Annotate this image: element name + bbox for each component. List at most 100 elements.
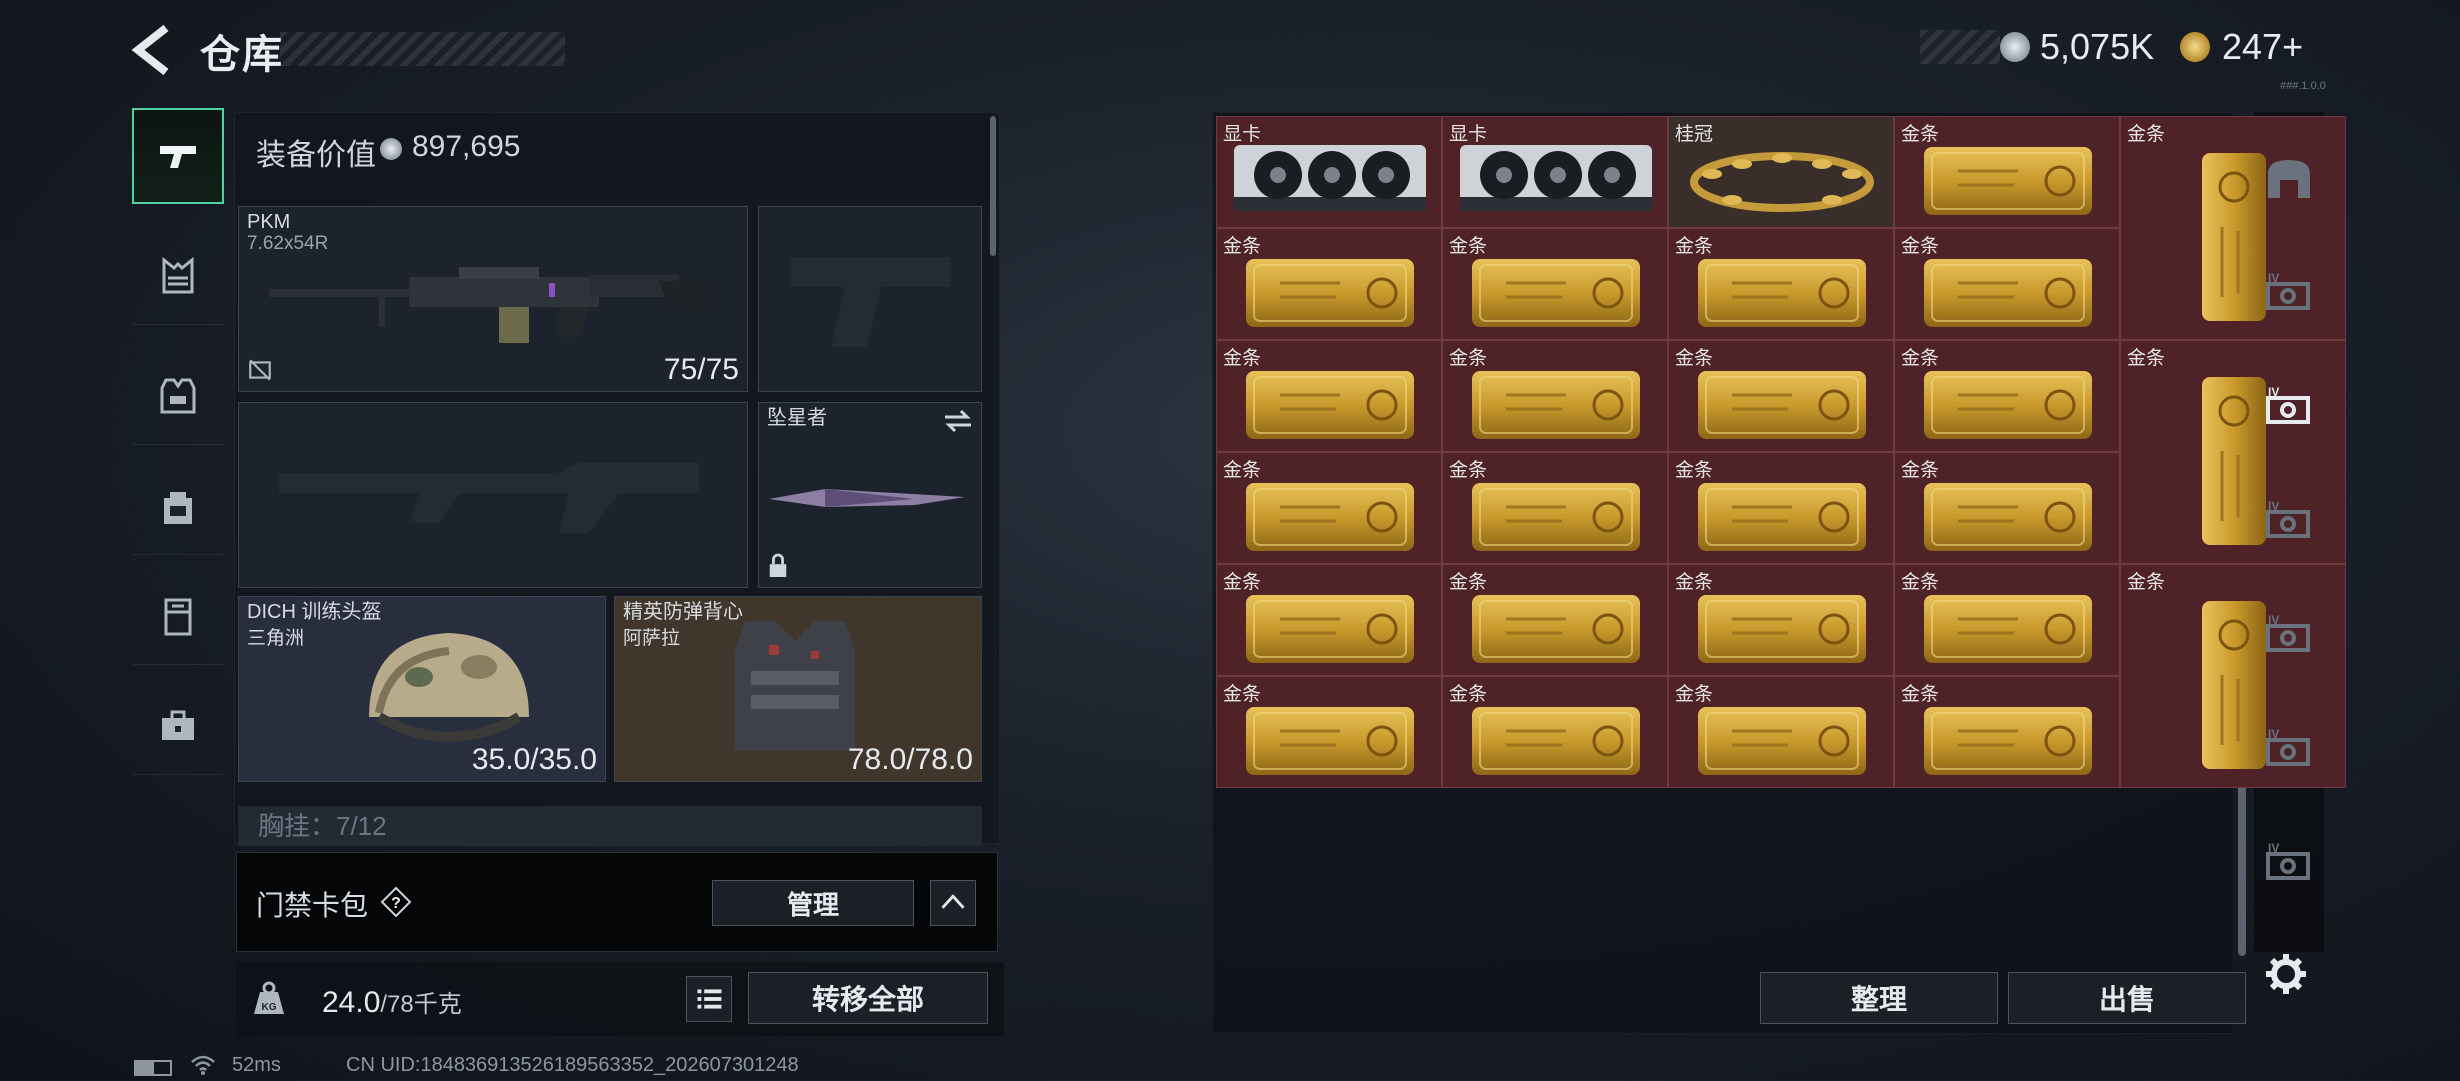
stash-item-name: 金条 — [1449, 684, 1488, 705]
stash-item[interactable]: 金条 — [1668, 564, 1894, 676]
helmet-slot[interactable]: DICH 训练头盔 三角洲 35.0/35.0 — [238, 596, 606, 782]
back-button[interactable] — [128, 22, 180, 78]
graphics-card-icon — [1460, 145, 1652, 211]
armor-durability: 78.0/78.0 — [847, 743, 973, 776]
helmet-icon — [369, 633, 529, 742]
stash-item[interactable]: 金条 — [1894, 452, 2120, 564]
collapse-button[interactable] — [930, 880, 976, 926]
svg-text:IV: IV — [2268, 841, 2279, 855]
gear-icon — [2266, 954, 2306, 994]
svg-text:IV: IV — [2268, 727, 2279, 741]
stash-item-name: 金条 — [1901, 348, 1940, 369]
stash-item[interactable]: 金条 — [1216, 228, 1442, 340]
gold-bar-icon — [1246, 259, 1414, 327]
storage-case-tab[interactable]: IV — [2258, 490, 2320, 552]
stash-item[interactable]: 金条 — [1442, 228, 1668, 340]
gold-bar-icon — [1472, 483, 1640, 551]
stash-item[interactable]: 金条 — [1442, 340, 1668, 452]
manage-button[interactable]: 管理 — [712, 880, 914, 926]
stash-item[interactable]: 金条 — [1216, 676, 1442, 788]
weapon-name: PKM — [247, 211, 291, 233]
rail-case[interactable] — [132, 568, 224, 665]
loadout-scrollbar[interactable] — [990, 116, 996, 256]
stash-item[interactable]: 金条 — [1894, 116, 2120, 228]
toolbox-icon — [162, 710, 194, 740]
weight-max: /78千克 — [380, 991, 462, 1018]
primary-weapon-slot[interactable]: PKM 7.62x54R 75/75 — [238, 206, 748, 392]
stash-item[interactable]: 显卡 — [1442, 116, 1668, 228]
storage-home-tab[interactable] — [2258, 148, 2320, 210]
help-icon[interactable]: ? — [380, 886, 412, 918]
helmet-durability: 35.0/35.0 — [471, 743, 597, 776]
stash-item-name: 金条 — [2127, 124, 2166, 145]
stash-item-name: 金条 — [2127, 572, 2166, 593]
stash-item[interactable]: 金条 — [1442, 564, 1668, 676]
stash-item-name: 金条 — [1223, 684, 1262, 705]
rail-backpack[interactable] — [132, 458, 224, 555]
silver-balance[interactable]: 5,075K — [2040, 26, 2154, 68]
stash-item[interactable]: 金条 — [1668, 340, 1894, 452]
stash-item[interactable]: 金条 — [1894, 676, 2120, 788]
stash-item-name: 金条 — [2127, 348, 2166, 369]
list-icon — [697, 989, 722, 1009]
rail-chest-rig[interactable] — [132, 228, 224, 325]
chevron-up-icon — [941, 894, 965, 909]
storage-case-tab[interactable]: IV — [2258, 262, 2320, 324]
stash-item[interactable]: 金条 — [1668, 452, 1894, 564]
stash-item-name: 金条 — [1675, 348, 1714, 369]
stash-item[interactable]: 金条 — [1894, 340, 2120, 452]
list-view-button[interactable] — [686, 976, 732, 1022]
sort-button[interactable]: 整理 — [1760, 972, 1998, 1024]
weight-current: 24.0 — [322, 986, 381, 1019]
stash-item[interactable]: 金条 — [1442, 452, 1668, 564]
sell-button[interactable]: 出售 — [2008, 972, 2246, 1024]
currency-stripe — [1920, 30, 2000, 64]
armor-slot[interactable]: 精英防弹背心 阿萨拉 78.0/78.0 — [614, 596, 982, 782]
stash-item-name: 金条 — [1223, 236, 1262, 257]
laurel-crown-icon — [1690, 152, 1874, 212]
armor-vest-icon — [160, 378, 196, 414]
stash-item-name: 金条 — [1223, 572, 1262, 593]
gold-bar-icon — [1472, 371, 1640, 439]
gold-bar-icon — [1246, 595, 1414, 663]
secondary-weapon-slot[interactable] — [238, 402, 748, 588]
gold-bar-icon — [1924, 595, 2092, 663]
stash-item[interactable]: 金条 — [1216, 340, 1442, 452]
storage-case-tab[interactable]: IV — [2258, 718, 2320, 780]
battery-icon — [134, 1060, 172, 1076]
sidearm-slot[interactable] — [758, 206, 982, 392]
case-tier4-icon: IV — [2266, 499, 2310, 538]
stash-item[interactable]: 显卡 — [1216, 116, 1442, 228]
stash-item[interactable]: 金条 — [1894, 228, 2120, 340]
stash-item-name: 金条 — [1223, 460, 1262, 481]
rail-toolbox[interactable] — [132, 678, 224, 775]
ping-label: 52ms — [232, 1054, 281, 1076]
stash-item-name: 金条 — [1223, 348, 1262, 369]
transfer-all-button[interactable]: 转移全部 — [748, 972, 988, 1024]
stash-item[interactable]: 金条 — [1894, 564, 2120, 676]
stash-item[interactable]: 桂冠 — [1668, 116, 1894, 228]
stash-item[interactable]: 金条 — [1442, 676, 1668, 788]
chest-rig-row[interactable]: 胸挂：7/12 — [238, 806, 982, 846]
settings-button[interactable] — [2262, 950, 2310, 998]
case-tier4-icon: IV — [2266, 385, 2310, 424]
stash-item-name: 桂冠 — [1675, 124, 1714, 145]
storage-case-tab[interactable]: IV — [2258, 604, 2320, 666]
uid-label: CN UID:18483691352618956335​2_2026073012… — [346, 1054, 799, 1076]
storage-case-tab[interactable]: IV — [2258, 376, 2320, 438]
gold-balance[interactable]: 247+ — [2222, 26, 2303, 68]
gold-bar-icon — [1698, 259, 1866, 327]
stash-item-name: 金条 — [1449, 572, 1488, 593]
stash-item[interactable]: 金条 — [1216, 452, 1442, 564]
rail-weapons[interactable] — [132, 108, 224, 204]
stash-item[interactable]: 金条 — [1668, 228, 1894, 340]
stash-item[interactable]: 金条 — [1668, 676, 1894, 788]
stash-item-name: 金条 — [1675, 460, 1714, 481]
rail-armor[interactable] — [132, 348, 224, 445]
rifle-silhouette-icon — [279, 463, 699, 533]
gold-bar-icon — [1924, 483, 2092, 551]
storage-case-tab[interactable]: IV — [2258, 832, 2320, 894]
melee-slot[interactable]: 坠星者 — [758, 402, 982, 588]
gold-bar-icon — [1924, 371, 2092, 439]
stash-item[interactable]: 金条 — [1216, 564, 1442, 676]
